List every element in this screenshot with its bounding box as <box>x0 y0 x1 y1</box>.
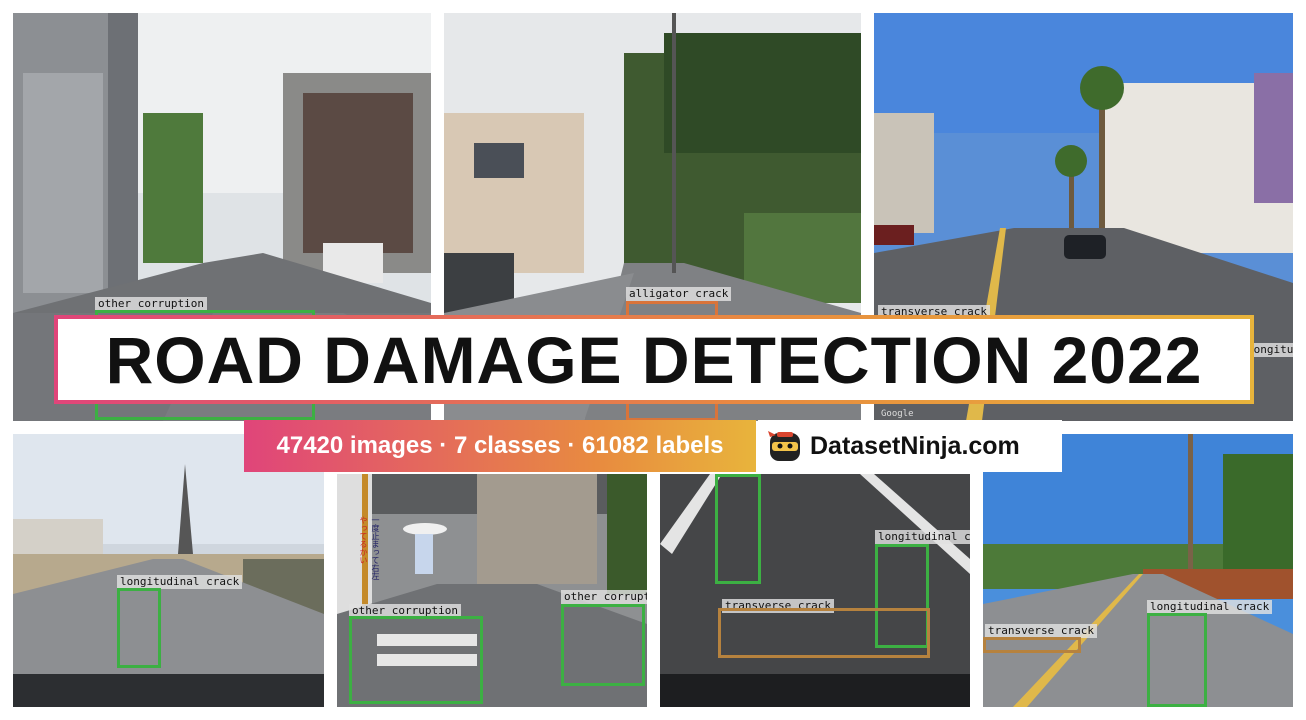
annotation-box <box>715 474 761 584</box>
annotation-box <box>349 616 483 704</box>
annotation-label: alligator crack <box>626 287 732 301</box>
annotation-box <box>1147 613 1207 707</box>
annotation-label: other corruption <box>95 297 207 311</box>
annotation-box <box>983 637 1081 653</box>
annotation-box <box>718 608 930 658</box>
street-sign: 一度止まって右左 <box>371 516 380 580</box>
brand-name[interactable]: DatasetNinja.com <box>810 432 1020 461</box>
photo-tile-underpass: other corruption other corruption やってるかい… <box>337 474 647 707</box>
ninja-logo-icon <box>768 429 802 463</box>
annotation-box <box>561 604 645 686</box>
annotation-label: longitudinal crack <box>1147 600 1273 614</box>
dataset-stats-badge: 47420 images · 7 classes · 61082 labels <box>244 420 756 472</box>
photo-tile-suburban-road: longitudinal crack transverse crack <box>983 434 1293 707</box>
annotation-label: longitudinal crack <box>117 575 243 589</box>
photo-tile-asphalt-closeup: longitudinal crack transverse crack <box>660 474 970 707</box>
photo-tile-country-road: longitudinal crack <box>13 434 324 707</box>
annotation-label: other corruption <box>561 590 647 604</box>
brand-badge[interactable]: DatasetNinja.com <box>758 420 1062 472</box>
annotation-label: longitudinal crack <box>875 530 970 544</box>
map-watermark: Google <box>881 409 914 419</box>
annotation-box <box>117 588 161 668</box>
annotation-label: transverse crack <box>985 624 1097 638</box>
page-title: ROAD DAMAGE DETECTION 2022 <box>58 319 1250 400</box>
title-banner: ROAD DAMAGE DETECTION 2022 <box>54 315 1254 404</box>
